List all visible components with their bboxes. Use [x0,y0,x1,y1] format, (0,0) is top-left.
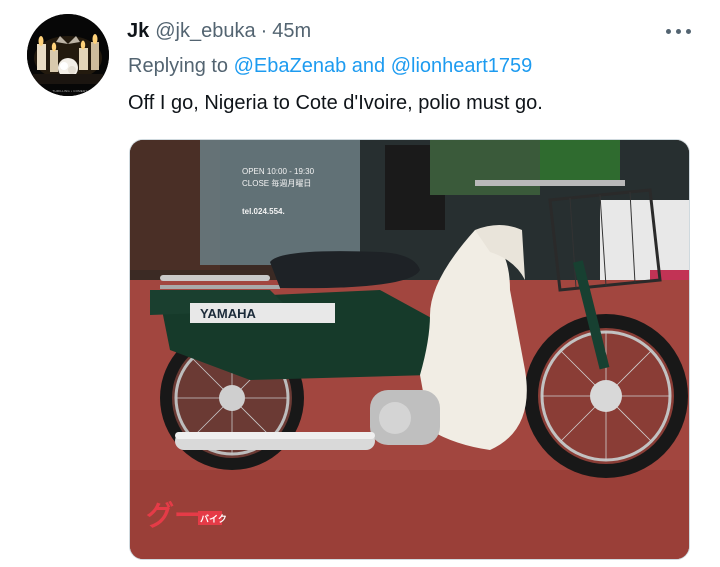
separator-dot: · [260,19,268,42]
mention-link[interactable]: @lionheart1759 [391,55,533,77]
motorcycle-photo: OPEN 10:00 - 19:30 CLOSE 毎週月曜日 tel.024.5… [130,140,689,559]
tweet-header: Jk @jk_ebuka · 45m [127,17,311,45]
more-options-button[interactable] [664,26,692,36]
shop-sign-text: CLOSE 毎週月曜日 [242,178,311,188]
brand-text: YAMAHA [200,306,256,321]
shop-sign-text: tel.024.554. [242,207,285,216]
shop-sign-text: OPEN 10:00 - 19:30 [242,167,315,176]
avatar-candles-image [27,14,109,96]
avatar-caption: THRILLING • COMEDY [52,90,88,93]
watermark-text: グー [146,499,202,532]
watermark-badge-text: バイク [200,514,227,525]
mention-link[interactable]: @EbaZenab [234,55,347,77]
mention-conjunction[interactable]: and [352,55,385,77]
more-dots-icon [665,28,671,34]
replying-to: Replying to @EbaZenab and @lionheart1759 [128,52,532,80]
replying-to-label: Replying to [128,55,229,77]
user-handle[interactable]: @jk_ebuka [155,20,255,43]
avatar[interactable] [27,14,109,96]
timestamp[interactable]: 45m [272,20,311,43]
display-name[interactable]: Jk [127,20,149,43]
tweet-text: Off I go, Nigeria to Cote d'Ivoire, poli… [128,92,543,114]
tweet-media[interactable]: OPEN 10:00 - 19:30 CLOSE 毎週月曜日 tel.024.5… [129,139,690,560]
